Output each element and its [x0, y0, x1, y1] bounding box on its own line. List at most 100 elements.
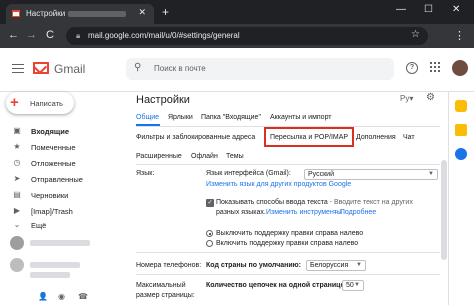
minimize-button[interactable]: —: [396, 4, 406, 15]
rtl-on-radio[interactable]: [206, 240, 213, 247]
sidebar-item-label: Черновики: [31, 191, 69, 200]
sidebar-item-sent[interactable]: ➤ Отправленные: [0, 172, 128, 186]
tasks-app-icon[interactable]: [455, 148, 467, 160]
sidebar-item-label: Входящие: [31, 127, 70, 136]
hangouts-icon[interactable]: ◉: [58, 292, 65, 301]
tab-general[interactable]: Общие: [136, 114, 159, 121]
account-avatar[interactable]: [452, 60, 468, 76]
highlight-box: [264, 127, 354, 147]
page-size-label: Максимальный: [136, 282, 186, 289]
contact-name-redacted: [30, 240, 90, 246]
sidebar-item-trash[interactable]: ▶ [Imap]/Trash: [0, 204, 128, 218]
compose-plus-icon: +: [10, 94, 19, 111]
learn-more-link[interactable]: – Подробнее: [334, 209, 376, 216]
gmail-brand[interactable]: Gmail: [54, 62, 85, 76]
back-button[interactable]: ←: [8, 29, 19, 41]
chevron-down-icon: ▼: [428, 171, 434, 177]
search-input[interactable]: Поиск в почте: [154, 64, 206, 73]
rtl-off-radio[interactable]: [206, 230, 213, 237]
display-language-select[interactable]: Ру▾: [400, 94, 413, 103]
change-language-link[interactable]: Изменить язык для других продуктов Googl…: [206, 181, 351, 188]
tab-labels[interactable]: Ярлыки: [168, 114, 193, 121]
browser-tab-bar: Настройки ✕ + — ☐ ✕: [0, 0, 474, 24]
help-icon[interactable]: ?: [406, 62, 418, 74]
scrollbar[interactable]: [441, 160, 447, 260]
search-box[interactable]: ⚲ Поиск в почте: [126, 58, 394, 80]
interface-language-select[interactable]: Русский ▼: [304, 169, 438, 180]
close-window-button[interactable]: ✕: [452, 4, 460, 15]
sidebar-item-label: Отложенные: [31, 159, 76, 168]
lock-icon: 🔒︎: [76, 31, 81, 40]
section-divider: [136, 164, 440, 165]
tab-advanced[interactable]: Расширенные: [136, 153, 182, 160]
tab-filters[interactable]: Фильтры и заблокированные адреса: [136, 134, 255, 141]
page-size-label-2: размер страницы:: [136, 292, 195, 299]
maximize-button[interactable]: ☐: [424, 4, 433, 15]
tab-chat[interactable]: Чат: [403, 134, 415, 141]
search-icon[interactable]: ⚲: [134, 62, 141, 73]
input-tools-text-2: разных языках.: [216, 209, 266, 216]
star-icon: ★: [13, 142, 21, 151]
input-tools-checkbox[interactable]: ✓: [206, 199, 214, 207]
contact-avatar[interactable]: [10, 236, 24, 250]
draft-icon: ▤: [13, 190, 21, 199]
contact-status-redacted: [30, 272, 70, 278]
tab-themes[interactable]: Темы: [226, 153, 244, 160]
forward-button[interactable]: →: [26, 29, 37, 41]
clock-icon: ◷: [13, 158, 21, 167]
sidebar-item-inbox[interactable]: ▣ Входящие: [0, 124, 128, 138]
gear-icon[interactable]: ⚙: [426, 92, 435, 103]
gmail-logo-icon[interactable]: [33, 62, 49, 74]
sidebar-footer: 👤 ◉ ☎: [0, 292, 128, 305]
chevron-down-icon: ⌄: [13, 220, 21, 229]
tab-close-icon[interactable]: ✕: [138, 7, 146, 18]
sidebar-item-drafts[interactable]: ▤ Черновики: [0, 188, 128, 202]
language-label: Язык:: [136, 170, 155, 177]
sidebar-item-starred[interactable]: ★ Помеченные: [0, 140, 128, 154]
reload-button[interactable]: C: [46, 29, 54, 41]
phone-label: Номера телефонов:: [136, 262, 202, 269]
compose-label: Написать: [30, 99, 63, 108]
input-tools-text: Показывать способы ввода текста - Вводит…: [216, 199, 413, 206]
section-divider: [136, 274, 440, 275]
gmail-header: Gmail ⚲ Поиск в почте ?: [0, 48, 474, 92]
browser-tab[interactable]: Настройки ✕: [6, 4, 154, 24]
edit-tools-link[interactable]: Изменить инструменты: [266, 209, 342, 216]
label-icon: ▶: [13, 206, 21, 215]
inbox-icon: ▣: [13, 126, 21, 135]
tab-addons[interactable]: Дополнения: [356, 134, 396, 141]
gmail-favicon-icon: [12, 10, 20, 17]
keep-app-icon[interactable]: [455, 124, 467, 136]
send-icon: ➤: [13, 174, 21, 183]
compose-button[interactable]: + Написать: [6, 92, 74, 114]
sidebar-item-label: [Imap]/Trash: [31, 207, 73, 216]
main-menu-icon[interactable]: [12, 64, 24, 73]
default-country-code-label: Код страны по умолчанию:: [206, 262, 301, 269]
tab-inbox[interactable]: Папка "Входящие": [201, 114, 261, 121]
page-title: Настройки: [136, 94, 190, 106]
contact-avatar[interactable]: [10, 258, 24, 272]
chevron-down-icon: ▼: [356, 262, 362, 268]
tab-offline[interactable]: Офлайн: [191, 153, 218, 160]
apps-grid-icon[interactable]: [430, 62, 440, 75]
url-text: mail.google.com/mail/u/0/#settings/gener…: [88, 31, 240, 40]
browser-toolbar: ← → C 🔒︎ mail.google.com/mail/u/0/#setti…: [0, 24, 474, 48]
sidebar-item-more[interactable]: ⌄ Ещё: [0, 218, 128, 232]
threads-per-page-select[interactable]: 50 ▼: [342, 280, 364, 291]
new-tab-button[interactable]: +: [162, 5, 169, 19]
calendar-app-icon[interactable]: [455, 100, 467, 112]
rtl-on-label: Включить поддержку правки справа налево: [216, 240, 359, 247]
sidebar-item-snoozed[interactable]: ◷ Отложенные: [0, 156, 128, 170]
contacts-icon[interactable]: 👤: [38, 292, 48, 301]
section-divider: [136, 252, 440, 253]
tab-accounts[interactable]: Аккаунты и импорт: [270, 114, 332, 121]
side-panel-strip: [448, 92, 474, 305]
country-code-select[interactable]: Белоруссия ▼: [306, 260, 366, 271]
phone-icon[interactable]: ☎: [78, 292, 88, 301]
bookmark-star-icon[interactable]: ☆: [411, 29, 420, 40]
browser-menu-icon[interactable]: ⋮: [454, 29, 465, 42]
sidebar-item-label: Отправленные: [31, 175, 83, 184]
sidebar-item-label: Ещё: [31, 221, 47, 230]
tab-title: Настройки: [26, 9, 66, 18]
address-bar[interactable]: 🔒︎ mail.google.com/mail/u/0/#settings/ge…: [66, 27, 428, 45]
